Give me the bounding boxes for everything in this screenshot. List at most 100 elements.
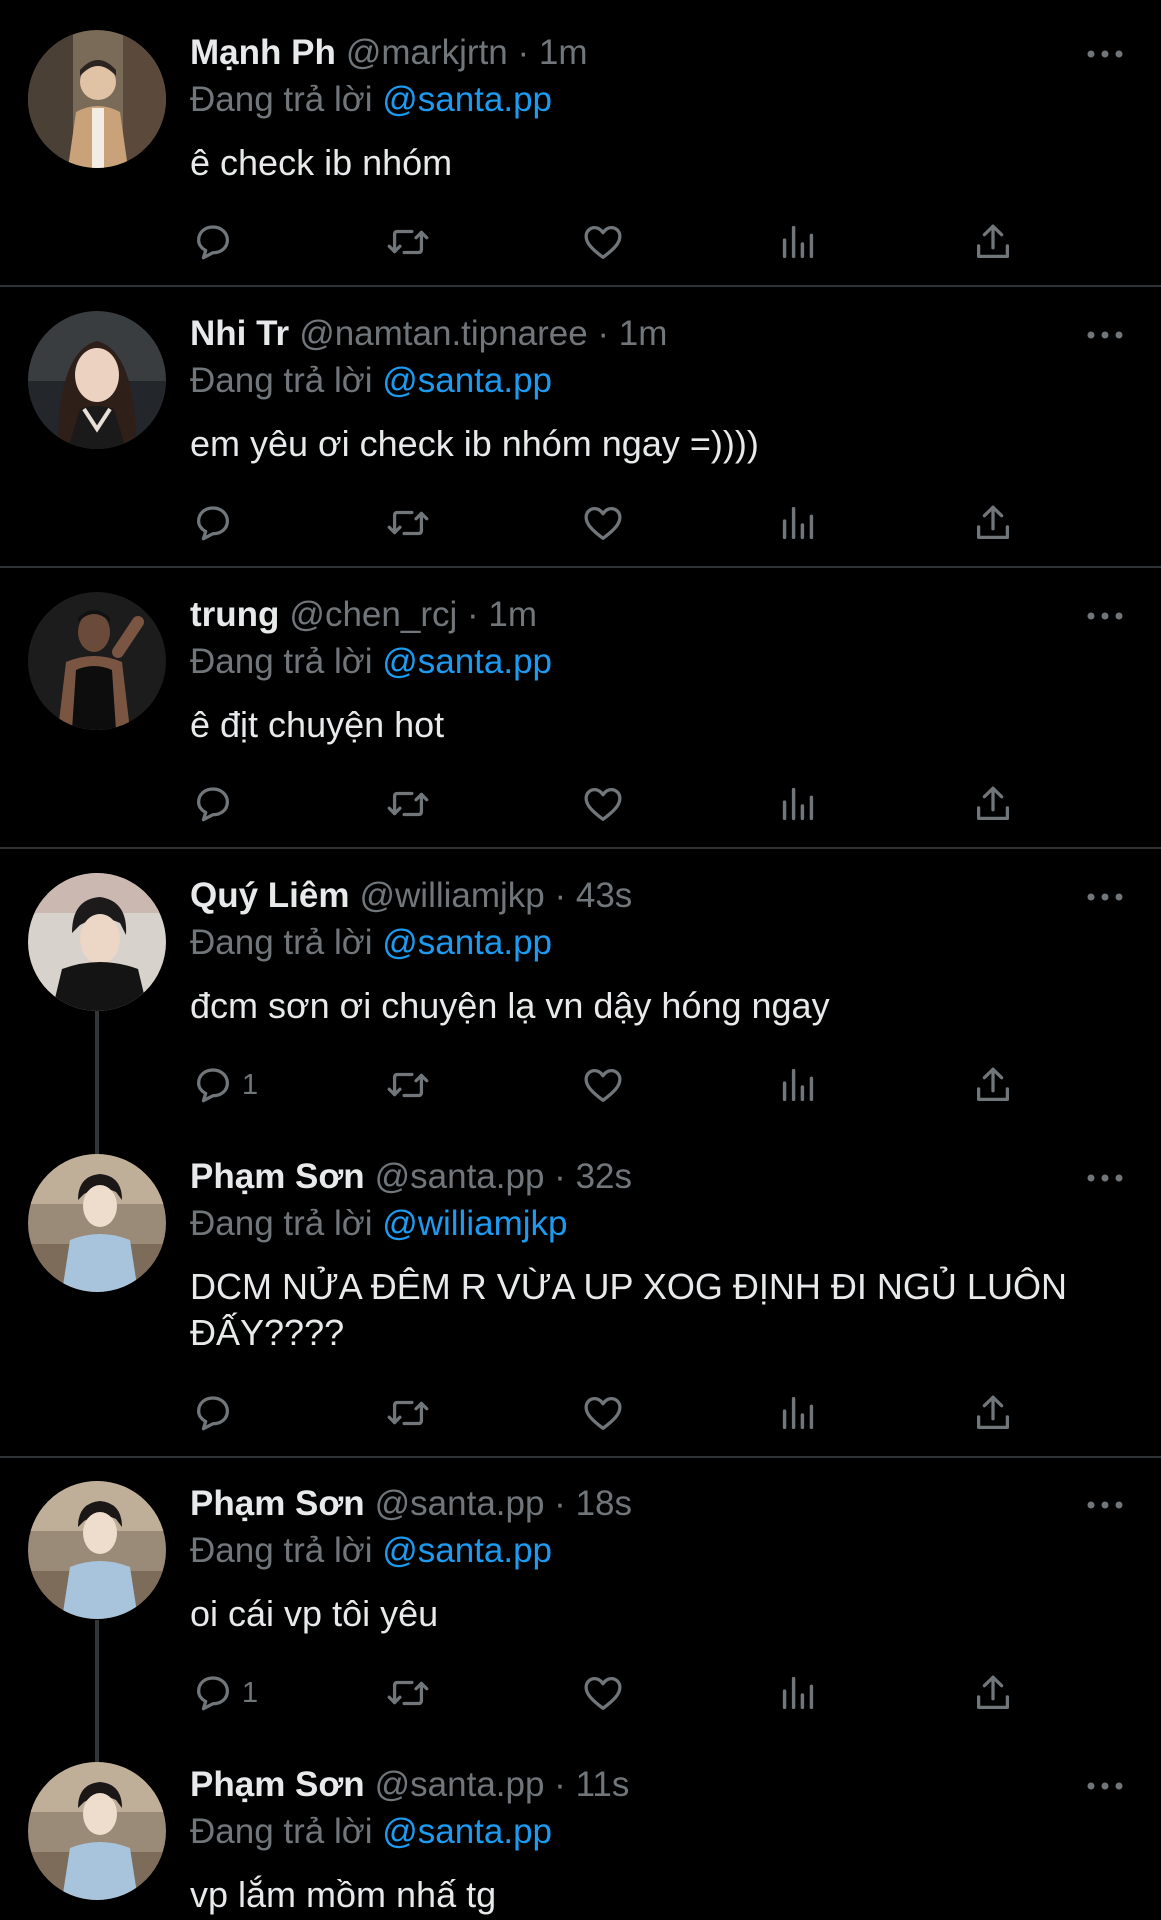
share-button[interactable]	[970, 1668, 1016, 1718]
reply-icon	[196, 506, 230, 541]
reply-button[interactable]	[190, 498, 242, 548]
like-button[interactable]	[580, 779, 626, 829]
tweet[interactable]: trung @chen_rcj · 1m Đang trả lời @santa.…	[0, 562, 1161, 847]
display-name[interactable]: Nhi Tr	[190, 314, 289, 353]
display-name[interactable]: Phạm Sơn	[190, 1484, 365, 1523]
more-icon[interactable]	[1085, 887, 1125, 907]
share-icon	[976, 1395, 1010, 1430]
replying-to: Đang trả lời @williamjkp	[190, 1204, 567, 1244]
more-icon[interactable]	[1085, 606, 1125, 626]
heart-icon	[584, 506, 622, 540]
replying-to: Đang trả lời @santa.pp	[190, 80, 552, 120]
avatar[interactable]	[28, 311, 166, 449]
tweet-header: Phạm Sơn @santa.pp · 11s	[190, 1765, 629, 1805]
replying-to-label: Đang trả lời	[190, 923, 373, 962]
replying-to: Đang trả lời @santa.pp	[190, 1812, 552, 1852]
mention-link[interactable]: @santa.pp	[382, 361, 552, 400]
display-name[interactable]: Phạm Sơn	[190, 1157, 365, 1196]
more-icon[interactable]	[1085, 1776, 1125, 1796]
tweet-text: vp lắm mồm nhấ tg	[190, 1874, 497, 1915]
tweet-text: em yêu ơi check ib nhóm ngay =))))	[190, 423, 759, 464]
share-button[interactable]	[970, 1060, 1016, 1110]
mention-link[interactable]: @santa.pp	[382, 923, 552, 962]
tweet[interactable]: Phạm Sơn @santa.pp · 11s Đang trả lời @sa…	[0, 1732, 1161, 1920]
reply-button[interactable]	[190, 217, 242, 267]
tweet-header: Phạm Sơn @santa.pp · 32s	[190, 1157, 632, 1197]
more-icon[interactable]	[1085, 44, 1125, 64]
views-button[interactable]	[775, 498, 821, 548]
mention-link[interactable]: @santa.pp	[382, 1812, 552, 1851]
retweet-icon	[387, 510, 429, 536]
bar-chart-icon	[782, 787, 814, 821]
more-icon[interactable]	[1085, 1495, 1125, 1515]
like-button[interactable]	[580, 1668, 626, 1718]
reply-button[interactable]	[190, 779, 242, 829]
views-button[interactable]	[775, 1388, 821, 1438]
tweet[interactable]: Phạm Sơn @santa.pp · 18s Đang trả lời @sa…	[0, 1451, 1161, 1761]
retweet-icon	[387, 1072, 429, 1098]
avatar[interactable]	[28, 1154, 166, 1292]
tweet-header: trung @chen_rcj · 1m	[190, 595, 537, 635]
share-button[interactable]	[970, 779, 1016, 829]
tweet[interactable]: Phạm Sơn @santa.pp · 32s Đang trả lời @wi…	[0, 1124, 1161, 1456]
views-button[interactable]	[775, 1668, 821, 1718]
mention-link[interactable]: @santa.pp	[382, 80, 552, 119]
display-name[interactable]: Quý Liêm	[190, 876, 349, 915]
like-button[interactable]	[580, 1060, 626, 1110]
tweet-header: Nhi Tr @namtan.tipnaree · 1m	[190, 314, 667, 354]
views-button[interactable]	[775, 217, 821, 267]
reply-button[interactable]: 1	[190, 1060, 258, 1110]
avatar[interactable]	[28, 1762, 166, 1900]
replying-to: Đang trả lời @santa.pp	[190, 1531, 552, 1571]
avatar[interactable]	[28, 592, 166, 730]
mention-link[interactable]: @santa.pp	[382, 642, 552, 681]
reply-button[interactable]: 1	[190, 1668, 258, 1718]
heart-icon	[584, 1676, 622, 1710]
more-icon[interactable]	[1085, 325, 1125, 345]
more-icon[interactable]	[1085, 1168, 1125, 1188]
mention-link[interactable]: @williamjkp	[382, 1204, 567, 1243]
replying-to-label: Đang trả lời	[190, 642, 373, 681]
retweet-button[interactable]	[385, 1388, 431, 1438]
like-button[interactable]	[580, 217, 626, 267]
share-icon	[976, 224, 1010, 259]
tweet-text: đcm sơn ơi chuyện lạ vn dậy hóng ngay	[190, 985, 830, 1026]
tweet-header: Phạm Sơn @santa.pp · 18s	[190, 1484, 632, 1524]
retweet-icon	[387, 791, 429, 817]
share-icon	[976, 1067, 1010, 1102]
like-button[interactable]	[580, 1388, 626, 1438]
handle-time: @namtan.tipnaree · 1m	[299, 314, 668, 353]
retweet-button[interactable]	[385, 498, 431, 548]
like-button[interactable]	[580, 498, 626, 548]
heart-icon	[584, 225, 622, 259]
avatar[interactable]	[28, 1481, 166, 1619]
replying-to-label: Đang trả lời	[190, 1531, 373, 1570]
retweet-button[interactable]	[385, 1060, 431, 1110]
heart-icon	[584, 1068, 622, 1102]
avatar[interactable]	[28, 873, 166, 1011]
replying-to-label: Đang trả lời	[190, 1812, 373, 1851]
share-button[interactable]	[970, 1388, 1016, 1438]
bar-chart-icon	[782, 1396, 814, 1430]
retweet-button[interactable]	[385, 1668, 431, 1718]
retweet-button[interactable]	[385, 779, 431, 829]
mention-link[interactable]: @santa.pp	[382, 1531, 552, 1570]
reply-button[interactable]	[190, 1388, 242, 1438]
display-name[interactable]: Mạnh Ph	[190, 33, 336, 72]
tweet[interactable]: Nhi Tr @namtan.tipnaree · 1m Đang trả lời…	[0, 281, 1161, 566]
avatar[interactable]	[28, 30, 166, 168]
replying-to: Đang trả lời @santa.pp	[190, 642, 552, 682]
views-button[interactable]	[775, 1060, 821, 1110]
views-button[interactable]	[775, 779, 821, 829]
tweet[interactable]: Quý Liêm @williamjkp · 43s Đang trả lời @…	[0, 843, 1161, 1153]
retweet-button[interactable]	[385, 217, 431, 267]
share-button[interactable]	[970, 217, 1016, 267]
display-name[interactable]: trung	[190, 595, 279, 634]
reply-count: 1	[242, 1068, 259, 1101]
share-icon	[976, 505, 1010, 540]
tweet-header: Mạnh Ph @markjrtn · 1m	[190, 33, 587, 73]
replying-to: Đang trả lời @santa.pp	[190, 923, 552, 963]
display-name[interactable]: Phạm Sơn	[190, 1765, 365, 1804]
share-button[interactable]	[970, 498, 1016, 548]
tweet[interactable]: Mạnh Ph @markjrtn · 1m Đang trả lời @sant…	[0, 0, 1161, 285]
